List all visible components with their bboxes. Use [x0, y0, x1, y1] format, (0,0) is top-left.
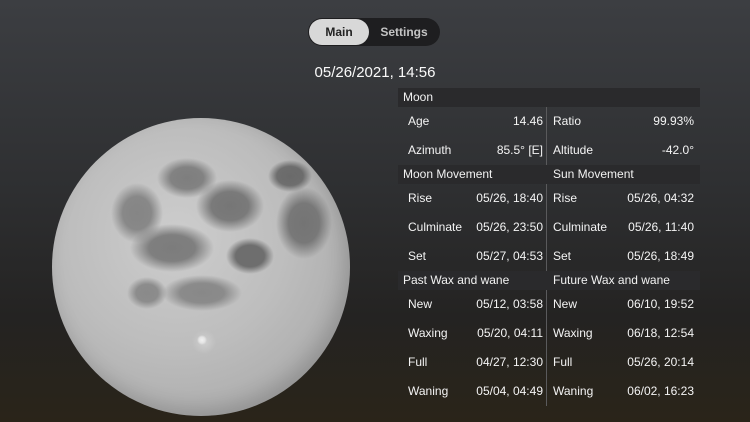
past-waxing-label: Waxing	[408, 326, 448, 340]
column-divider	[546, 377, 547, 406]
section-title-past-wax-wane: Past Wax and wane	[403, 273, 510, 287]
past-waxing-value: 05/20, 04:11	[477, 326, 543, 340]
table-row: Waxing 05/20, 04:11 Waxing 06/18, 12:54	[398, 319, 700, 348]
mode-segmented-control: Main Settings	[308, 18, 440, 46]
column-divider	[546, 107, 547, 136]
table-row: Culminate 05/26, 23:50 Culminate 05/26, …	[398, 213, 700, 242]
moon-culminate-value: 05/26, 23:50	[476, 220, 543, 234]
column-divider	[546, 319, 547, 348]
age-value: 14.46	[512, 114, 543, 128]
future-waning-value: 06/02, 16:23	[627, 384, 694, 398]
azimuth-value: 85.5° [E]	[496, 143, 543, 157]
tab-settings[interactable]: Settings	[370, 19, 438, 45]
table-row: Set 05/27, 04:53 Set 05/26, 18:49	[398, 242, 700, 271]
current-datetime: 05/26/2021, 14:56	[314, 64, 436, 81]
moon-rise-label: Rise	[408, 191, 433, 205]
column-divider	[546, 290, 547, 319]
moon-rise-value: 05/26, 18:40	[476, 191, 543, 205]
column-divider	[546, 242, 547, 271]
sun-culminate-value: 05/26, 11:40	[628, 220, 694, 234]
sun-set-label: Set	[553, 249, 572, 263]
table-row: Azimuth 85.5° [E] Altitude -42.0°	[398, 136, 700, 165]
moon-set-label: Set	[408, 249, 427, 263]
section-header-moon: Moon	[398, 88, 700, 107]
section-header-movement: Moon Movement Sun Movement	[398, 165, 700, 184]
past-new-value: 05/12, 03:58	[476, 297, 543, 311]
past-full-label: Full	[408, 355, 428, 369]
section-title-future-wax-wane: Future Wax and wane	[553, 273, 670, 287]
future-waxing-value: 06/18, 12:54	[627, 326, 694, 340]
tab-main[interactable]: Main	[309, 19, 369, 45]
future-full-label: Full	[553, 355, 573, 369]
past-waning-label: Waning	[408, 384, 449, 398]
sun-rise-label: Rise	[553, 191, 578, 205]
future-full-value: 05/26, 20:14	[627, 355, 694, 369]
future-new-value: 06/10, 19:52	[627, 297, 694, 311]
altitude-label: Altitude	[553, 143, 594, 157]
table-row: Full 04/27, 12:30 Full 05/26, 20:14	[398, 348, 700, 377]
moon-set-value: 05/27, 04:53	[476, 249, 543, 263]
table-row: Age 14.46 Ratio 99.93%	[398, 107, 700, 136]
past-new-label: New	[408, 297, 433, 311]
ratio-value: 99.93%	[653, 114, 694, 128]
table-row: Waning 05/04, 04:49 Waning 06/02, 16:23	[398, 377, 700, 406]
column-divider	[546, 184, 547, 213]
sun-set-value: 05/26, 18:49	[627, 249, 694, 263]
column-divider	[546, 213, 547, 242]
moon-image	[52, 118, 350, 416]
moon-culminate-label: Culminate	[408, 220, 463, 234]
past-full-value: 04/27, 12:30	[476, 355, 543, 369]
future-waxing-label: Waxing	[553, 326, 593, 340]
section-title-moon-movement: Moon Movement	[403, 167, 493, 181]
future-waning-label: Waning	[553, 384, 594, 398]
column-divider	[546, 348, 547, 377]
sun-culminate-label: Culminate	[553, 220, 608, 234]
past-waning-value: 05/04, 04:49	[476, 384, 543, 398]
section-title-moon: Moon	[403, 90, 434, 104]
sun-rise-value: 05/26, 04:32	[627, 191, 694, 205]
section-title-sun-movement: Sun Movement	[553, 167, 634, 181]
age-label: Age	[408, 114, 430, 128]
ratio-label: Ratio	[553, 114, 582, 128]
azimuth-label: Azimuth	[408, 143, 452, 157]
table-row: New 05/12, 03:58 New 06/10, 19:52	[398, 290, 700, 319]
section-header-wax-wane: Past Wax and wane Future Wax and wane	[398, 271, 700, 290]
table-row: Rise 05/26, 18:40 Rise 05/26, 04:32	[398, 184, 700, 213]
column-divider	[546, 136, 547, 165]
altitude-value: -42.0°	[661, 143, 694, 157]
moon-info-table: Moon Age 14.46 Ratio 99.93% Azimuth 85.5…	[398, 88, 700, 406]
future-new-label: New	[553, 297, 578, 311]
